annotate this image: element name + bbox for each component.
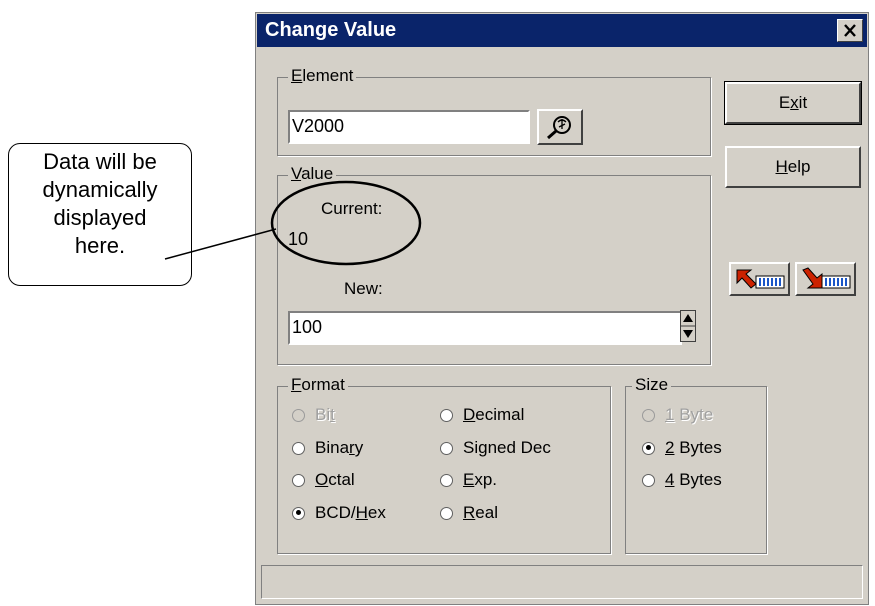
format-exp-radio[interactable]: Exp. <box>440 470 497 490</box>
arrow-down-right-icon <box>801 267 850 289</box>
radio-circle <box>440 441 453 455</box>
radio-circle <box>440 408 453 422</box>
exit-button-label: Exit <box>778 93 808 112</box>
radio-circle <box>292 441 305 455</box>
help-button[interactable]: Help <box>725 146 861 188</box>
size-1-byte-radio[interactable]: 1 Byte <box>642 405 713 425</box>
format-group-label: Format <box>288 375 348 395</box>
radio-circle <box>642 473 655 487</box>
format-binary-radio[interactable]: Binary <box>292 438 363 458</box>
callout-line-3: displayed <box>53 205 147 230</box>
status-bar <box>261 565 863 599</box>
size-2-bytes-radio[interactable]: 2 Bytes <box>642 438 722 458</box>
magnifier-icon <box>547 116 571 140</box>
radio-circle <box>642 441 655 455</box>
close-button[interactable] <box>837 19 863 42</box>
help-button-label: Help <box>775 157 811 176</box>
format-octal-radio[interactable]: Octal <box>292 470 355 490</box>
change-value-dialog: Change Value Element V2000 Value Current… <box>255 12 869 605</box>
new-value-spinner[interactable] <box>680 310 696 342</box>
format-decimal-radio[interactable]: Decimal <box>440 405 524 425</box>
radio-circle <box>292 506 305 520</box>
title-bar[interactable]: Change Value <box>257 14 867 47</box>
element-input[interactable]: V2000 <box>288 110 530 144</box>
value-group-label: Value <box>288 164 337 184</box>
new-value-input[interactable]: 100 <box>288 311 682 345</box>
callout-line-4: here. <box>74 233 126 258</box>
radio-circle <box>292 408 305 422</box>
callout-line-2: dynamically <box>42 177 158 202</box>
size-group-label: Size <box>632 375 672 395</box>
callout-box: Data will be dynamically displayed here. <box>8 143 192 286</box>
increment-button[interactable] <box>729 262 790 296</box>
radio-circle <box>440 506 453 520</box>
radio-circle <box>440 473 453 487</box>
current-value: 10 <box>288 229 309 249</box>
format-bcd-hex-radio[interactable]: BCD/Hex <box>292 503 386 523</box>
radio-circle <box>292 473 305 487</box>
format-signed-dec-radio[interactable]: Signed Dec <box>440 438 551 458</box>
decrement-button[interactable] <box>795 262 856 296</box>
dialog-title: Change Value <box>265 19 397 41</box>
element-group-label: Element <box>288 66 357 86</box>
up-down-arrows-icon <box>681 314 695 338</box>
radio-circle <box>642 408 655 422</box>
new-label: New: <box>344 279 383 298</box>
close-icon <box>844 24 856 37</box>
element-lookup-button[interactable] <box>537 109 583 145</box>
exit-button[interactable]: Exit <box>724 81 862 125</box>
current-label: Current: <box>321 199 383 218</box>
size-4-bytes-radio[interactable]: 4 Bytes <box>642 470 722 490</box>
callout-line-1: Data will be <box>43 149 157 174</box>
format-bit-radio[interactable]: Bit <box>292 405 335 425</box>
arrow-up-left-icon <box>736 269 784 289</box>
format-real-radio[interactable]: Real <box>440 503 498 523</box>
